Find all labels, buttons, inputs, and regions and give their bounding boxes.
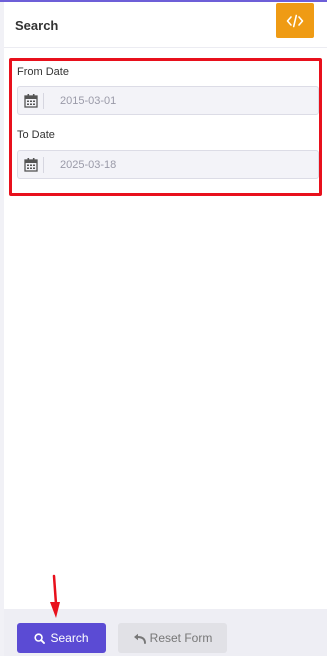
reset-form-label: Reset Form xyxy=(149,631,213,645)
reset-form-button[interactable]: Reset Form xyxy=(118,623,227,653)
to-date-value: 2025-03-18 xyxy=(60,159,117,171)
left-edge xyxy=(0,2,4,656)
undo-icon xyxy=(133,633,146,644)
calendar-icon xyxy=(24,158,38,172)
arrow-down-icon xyxy=(50,574,60,618)
search-button[interactable]: Search xyxy=(17,623,106,653)
calendar-icon xyxy=(24,94,38,108)
code-icon xyxy=(286,14,304,27)
from-date-field[interactable]: 2015-03-01 xyxy=(17,86,319,115)
code-view-button[interactable] xyxy=(276,3,314,38)
from-date-value: 2015-03-01 xyxy=(60,95,117,107)
from-date-label: From Date xyxy=(17,66,69,78)
panel-header: Search xyxy=(4,2,327,48)
panel-title: Search xyxy=(15,18,59,33)
input-divider xyxy=(43,93,44,109)
input-divider xyxy=(43,157,44,173)
to-date-label: To Date xyxy=(17,129,55,141)
to-date-field[interactable]: 2025-03-18 xyxy=(17,150,319,179)
search-button-label: Search xyxy=(50,631,89,645)
search-icon xyxy=(34,632,46,644)
